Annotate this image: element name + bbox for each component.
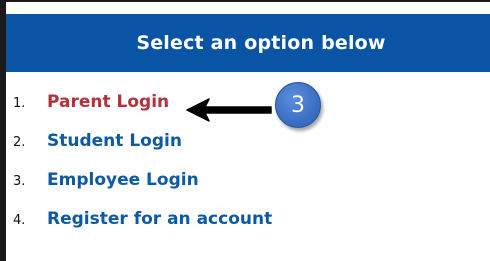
step-number-badge: 3 bbox=[275, 82, 321, 128]
header-title: Select an option below bbox=[136, 32, 386, 54]
list-item-number: 4. bbox=[13, 213, 26, 228]
list-item-number: 3. bbox=[13, 174, 26, 189]
parent-login-link[interactable]: Parent Login bbox=[47, 92, 169, 112]
list-item-student-login: 2. Student Login bbox=[13, 131, 272, 170]
list-item-employee-login: 3. Employee Login bbox=[13, 170, 272, 209]
arrow-left-icon bbox=[186, 98, 272, 122]
list-item-number: 1. bbox=[13, 96, 26, 111]
options-header: Select an option below bbox=[6, 14, 490, 72]
panel-border-top bbox=[0, 0, 490, 2]
list-item-number: 2. bbox=[13, 135, 26, 150]
employee-login-link[interactable]: Employee Login bbox=[47, 170, 199, 190]
login-options-panel: Select an option below 1. Parent Login 2… bbox=[0, 0, 490, 261]
register-account-link[interactable]: Register for an account bbox=[47, 209, 272, 229]
list-item-register: 4. Register for an account bbox=[13, 209, 272, 248]
student-login-link[interactable]: Student Login bbox=[47, 131, 182, 151]
